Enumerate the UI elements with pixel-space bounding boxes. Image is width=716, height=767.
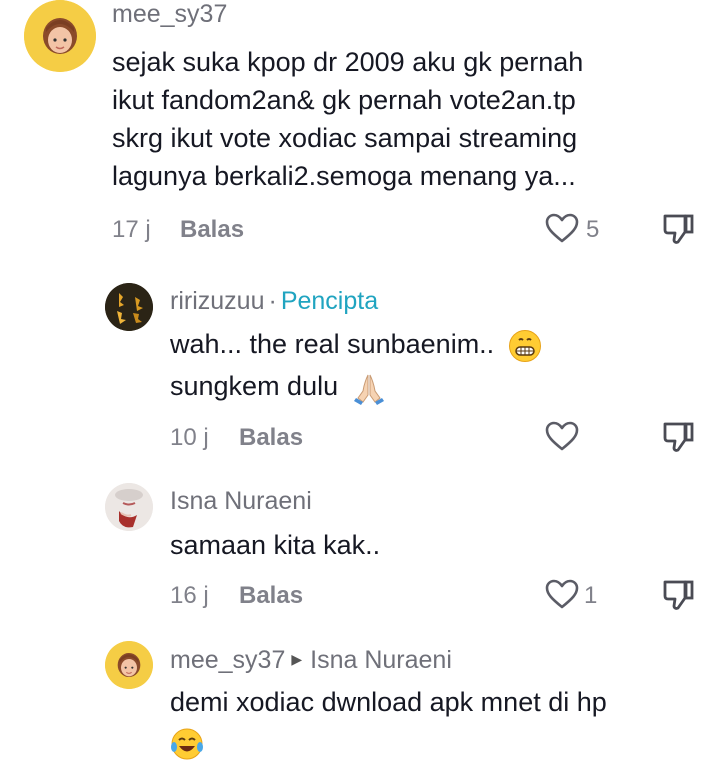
comment-time: 16 j	[170, 582, 209, 609]
like-count: 1	[584, 582, 598, 609]
comment-text: demi xodiac dwnload apk mnet di hp	[170, 683, 607, 761]
avatar-illustration	[24, 0, 96, 72]
comment-line: samaan kita kak..	[170, 530, 381, 560]
avatar-illustration	[105, 283, 153, 331]
comment-time: 17 j	[112, 216, 151, 243]
comment-line: sungkem dulu	[170, 367, 542, 405]
like-count: 5	[586, 216, 600, 243]
heart-outline-icon[interactable]	[544, 420, 580, 452]
comment-line: lagunya berkali2.semoga menang ya...	[112, 161, 576, 191]
username-text[interactable]: ririzuzuu	[170, 287, 264, 315]
separator: ·	[268, 287, 277, 315]
comment-username[interactable]: mee_sy37 ▶ Isna Nuraeni	[170, 646, 452, 675]
comment-line	[170, 723, 607, 761]
comment-line: ikut fandom2an& gk pernah vote2an.tp	[112, 85, 576, 115]
reply-to-username[interactable]: Isna Nuraeni	[310, 646, 452, 674]
reply-button[interactable]: Balas	[239, 582, 303, 610]
avatar[interactable]	[105, 483, 153, 531]
avatar[interactable]	[24, 0, 96, 72]
avatar-photo	[105, 483, 153, 531]
comment-line: wah... the real sunbaenim..	[170, 325, 542, 363]
thumbs-down-icon[interactable]	[662, 420, 696, 454]
reply-button[interactable]: Balas	[239, 424, 303, 452]
comment-text: sejak suka kpop dr 2009 aku gk pernah ik…	[112, 43, 583, 195]
avatar[interactable]	[105, 283, 153, 331]
thumbs-down-icon[interactable]	[662, 212, 696, 246]
comment-line: sejak suka kpop dr 2009 aku gk pernah	[112, 47, 584, 77]
reply-button[interactable]: Balas	[180, 216, 244, 244]
comment-username[interactable]: ririzuzuu · Pencipta	[170, 287, 378, 316]
heart-outline-icon[interactable]	[544, 212, 580, 244]
comment-text: samaan kita kak..	[170, 526, 380, 564]
creator-badge: Pencipta	[280, 287, 379, 315]
grinning-emoji	[508, 329, 541, 362]
comment-username[interactable]: mee_sy37	[112, 0, 227, 29]
comment-line: skrg ikut vote xodiac sampai streaming	[112, 123, 578, 153]
comment-username[interactable]: Isna Nuraeni	[170, 487, 312, 516]
heart-outline-icon[interactable]	[544, 578, 580, 610]
avatar[interactable]	[105, 641, 153, 689]
comment-time: 10 j	[170, 424, 209, 451]
avatar-illustration	[105, 641, 153, 689]
tears-of-joy-emoji	[171, 728, 203, 760]
thumbs-down-icon[interactable]	[662, 578, 696, 612]
comment-text: wah... the real sunbaenim.. sungkem dulu	[170, 325, 542, 405]
praying-hands-emoji	[353, 374, 384, 405]
comment-line: demi xodiac dwnload apk mnet di hp	[170, 687, 607, 717]
reply-arrow-icon: ▶	[291, 650, 303, 667]
username-text[interactable]: mee_sy37	[170, 646, 285, 674]
